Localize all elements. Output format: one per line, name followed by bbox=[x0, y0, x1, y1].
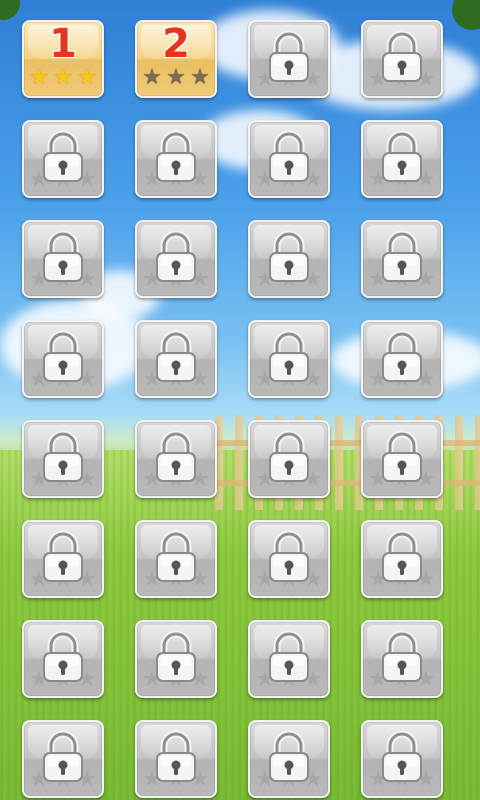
star-icon: ★ bbox=[142, 65, 162, 90]
level-number: 2 bbox=[162, 21, 190, 67]
star-icon: ★ bbox=[29, 65, 49, 90]
padlock-icon bbox=[151, 230, 201, 288]
star-rating: ★ ★ ★ bbox=[24, 66, 102, 90]
padlock-icon bbox=[38, 730, 88, 788]
padlock-icon bbox=[264, 130, 314, 188]
star-icon: ★ bbox=[53, 65, 73, 90]
padlock-icon bbox=[38, 630, 88, 688]
padlock-icon bbox=[377, 430, 427, 488]
padlock-icon bbox=[377, 230, 427, 288]
padlock-icon bbox=[151, 530, 201, 588]
level-tile-locked[interactable]: ★★★ bbox=[135, 320, 217, 398]
padlock-icon bbox=[377, 330, 427, 388]
level-tile[interactable]: 1 ★ ★ ★ bbox=[22, 20, 104, 98]
padlock-icon bbox=[377, 30, 427, 88]
level-tile-locked[interactable]: ★★★ bbox=[135, 220, 217, 298]
padlock-icon bbox=[151, 130, 201, 188]
padlock-icon bbox=[38, 430, 88, 488]
level-tile-locked[interactable]: ★★★ bbox=[22, 120, 104, 198]
padlock-icon bbox=[264, 530, 314, 588]
padlock-icon bbox=[264, 430, 314, 488]
level-tile-locked[interactable]: ★★★ bbox=[361, 20, 443, 98]
padlock-icon bbox=[377, 530, 427, 588]
level-tile-locked[interactable]: ★★★ bbox=[248, 720, 330, 798]
padlock-icon bbox=[38, 530, 88, 588]
level-tile-locked[interactable]: ★★★ bbox=[22, 720, 104, 798]
level-tile-locked[interactable]: ★★★ bbox=[248, 320, 330, 398]
padlock-icon bbox=[264, 230, 314, 288]
padlock-icon bbox=[377, 630, 427, 688]
level-tile-locked[interactable]: ★★★ bbox=[361, 620, 443, 698]
level-tile-locked[interactable]: ★★★ bbox=[22, 520, 104, 598]
padlock-icon bbox=[264, 630, 314, 688]
level-tile-locked[interactable]: ★★★ bbox=[248, 420, 330, 498]
level-tile-locked[interactable]: ★★★ bbox=[248, 520, 330, 598]
level-tile[interactable]: 2 ★ ★ ★ bbox=[135, 20, 217, 98]
level-tile-locked[interactable]: ★★★ bbox=[22, 220, 104, 298]
level-tile-locked[interactable]: ★★★ bbox=[361, 520, 443, 598]
level-tile-locked[interactable]: ★★★ bbox=[135, 520, 217, 598]
star-icon: ★ bbox=[166, 65, 186, 90]
padlock-icon bbox=[264, 730, 314, 788]
padlock-icon bbox=[151, 630, 201, 688]
level-select-grid: 1 ★ ★ ★ 2 ★ ★ ★ ★ ★ ★ ★ ★ ★ ★ ★ ★ ★ ★ ★ ★ ★ ★ ★ ★ ★ ★ ★ ★ ★ ★ ★ … bbox=[22, 20, 443, 798]
star-icon: ★ bbox=[77, 65, 97, 90]
level-tile-locked[interactable]: ★★★ bbox=[248, 620, 330, 698]
level-tile-locked[interactable]: ★★★ bbox=[135, 420, 217, 498]
tree-foliage-icon bbox=[452, 0, 480, 30]
level-tile-locked[interactable]: ★★★ bbox=[22, 420, 104, 498]
level-tile-locked[interactable]: ★★★ bbox=[361, 220, 443, 298]
padlock-icon bbox=[151, 430, 201, 488]
padlock-icon bbox=[38, 330, 88, 388]
level-tile-locked[interactable]: ★★★ bbox=[135, 720, 217, 798]
padlock-icon bbox=[264, 330, 314, 388]
star-rating: ★ ★ ★ bbox=[137, 66, 215, 90]
level-tile-locked[interactable]: ★★★ bbox=[22, 620, 104, 698]
level-tile-locked[interactable]: ★★★ bbox=[361, 420, 443, 498]
level-tile-locked[interactable]: ★★★ bbox=[361, 120, 443, 198]
padlock-icon bbox=[38, 130, 88, 188]
level-tile-locked[interactable]: ★★★ bbox=[361, 320, 443, 398]
padlock-icon bbox=[377, 730, 427, 788]
level-tile-locked[interactable]: ★★★ bbox=[361, 720, 443, 798]
level-tile-locked[interactable]: ★★★ bbox=[135, 120, 217, 198]
padlock-icon bbox=[151, 330, 201, 388]
level-tile-locked[interactable]: ★★★ bbox=[248, 120, 330, 198]
padlock-icon bbox=[264, 30, 314, 88]
level-tile-locked[interactable]: ★★★ bbox=[248, 20, 330, 98]
level-tile-locked[interactable]: ★★★ bbox=[248, 220, 330, 298]
level-tile-locked[interactable]: ★★★ bbox=[22, 320, 104, 398]
level-tile-locked[interactable]: ★★★ bbox=[135, 620, 217, 698]
star-icon: ★ bbox=[190, 65, 210, 90]
padlock-icon bbox=[38, 230, 88, 288]
padlock-icon bbox=[151, 730, 201, 788]
padlock-icon bbox=[377, 130, 427, 188]
level-number: 1 bbox=[49, 21, 77, 67]
tree-foliage-icon bbox=[0, 0, 20, 20]
